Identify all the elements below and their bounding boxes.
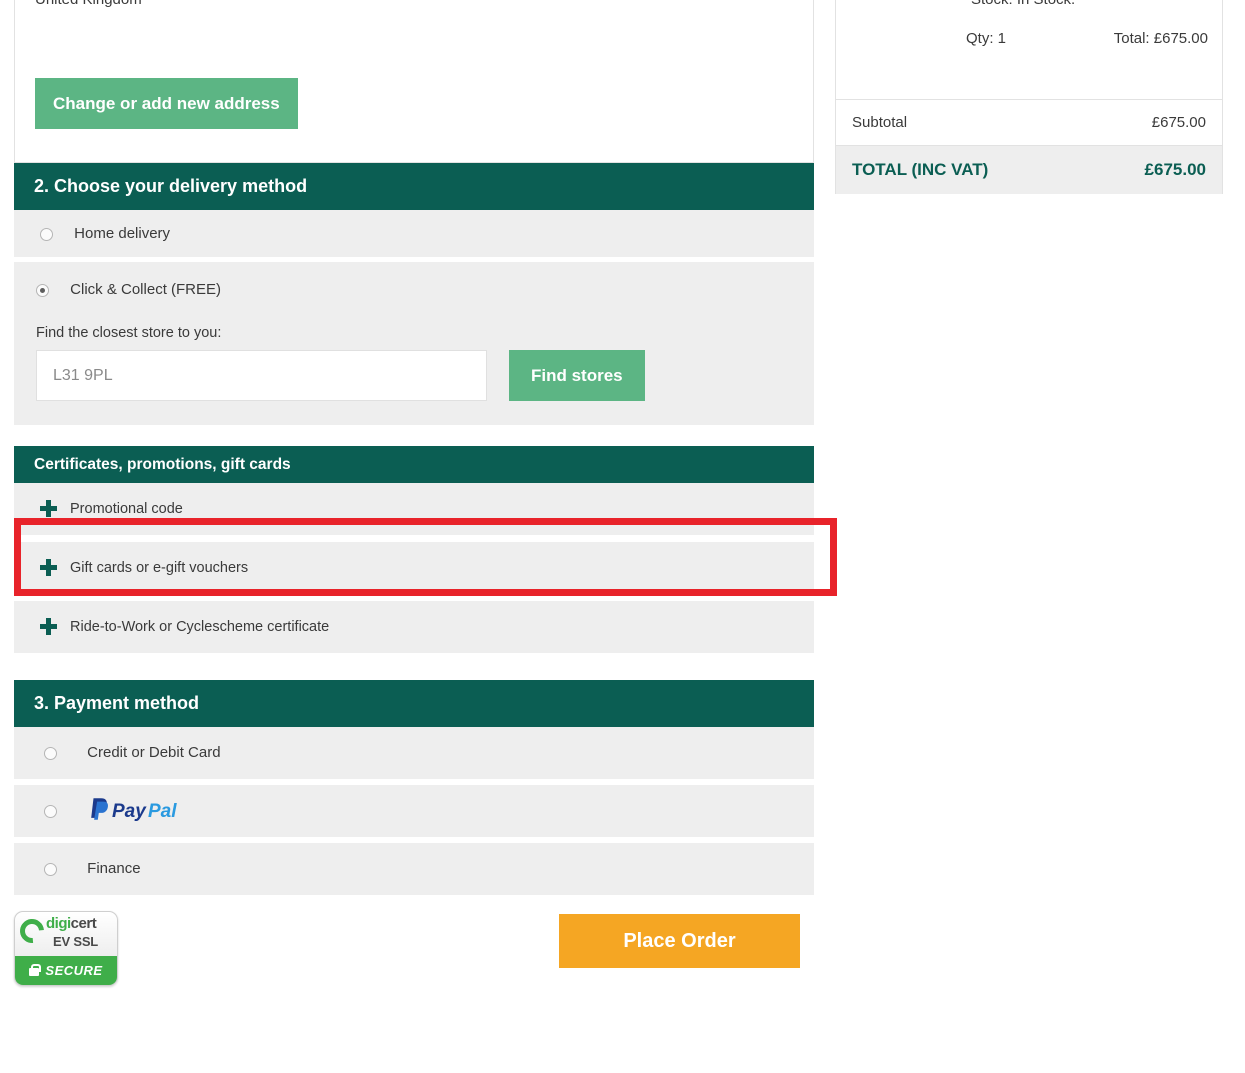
digicert-word-a: digi — [46, 915, 71, 932]
accordion-row-ride-to-work[interactable]: Ride-to-Work or Cyclescheme certificate — [14, 601, 814, 653]
digicert-word-b: cert — [70, 915, 97, 932]
radio-finance[interactable] — [44, 862, 57, 876]
order-summary-column: Stock: In Stock. Qty: 1 Total: £675.00 S… — [835, 0, 1223, 194]
delivery-option-label: Click & Collect (FREE) — [70, 281, 222, 298]
payment-option-label: Credit or Debit Card — [87, 744, 221, 761]
summary-total-row: TOTAL (INC VAT) £675.00 — [836, 146, 1222, 194]
payment-option-label: Finance — [87, 860, 141, 877]
delivery-option-click-and-collect[interactable]: Click & Collect (FREE) Find the closest … — [14, 262, 814, 425]
subtotal-label: Subtotal — [852, 114, 908, 131]
digicert-ev-ssl-text: EV SSL — [53, 934, 99, 949]
paypal-logo-icon: Pay Pal — [87, 796, 195, 827]
radio-credit-debit-card[interactable] — [44, 746, 57, 760]
digicert-swirl-icon — [15, 914, 49, 948]
delivery-option-label: Home delivery — [74, 225, 171, 242]
payment-method-block: 3. Payment method Credit or Debit Card P… — [14, 680, 814, 895]
payment-method-header: 3. Payment method — [14, 680, 814, 727]
delivery-option-home-delivery[interactable]: Home delivery — [14, 210, 814, 257]
checkout-main-column: United Kingdom Change or add new address… — [14, 0, 837, 999]
postcode-input[interactable] — [36, 350, 487, 401]
svg-text:Pay: Pay — [112, 801, 147, 822]
digicert-secure-text: SECURE — [45, 963, 103, 978]
total-value: £675.00 — [1144, 160, 1206, 179]
accordion-row-gift-cards[interactable]: Gift cards or e-gift vouchers — [14, 542, 814, 594]
digicert-ev-ssl-secure-seal-icon: digicert EV SSL SECURE — [14, 911, 118, 986]
digicert-secure-banner: SECURE — [15, 956, 117, 985]
radio-click-and-collect[interactable] — [36, 283, 49, 297]
radio-paypal[interactable] — [44, 804, 57, 818]
checkout-page: United Kingdom Change or add new address… — [0, 0, 1245, 1073]
certificates-block: Certificates, promotions, gift cards Pro… — [14, 446, 814, 653]
find-stores-button[interactable]: Find stores — [509, 350, 645, 401]
accordion-row-label: Ride-to-Work or Cyclescheme certificate — [70, 619, 330, 635]
accordion-row-promotional-code[interactable]: Promotional code — [14, 483, 814, 535]
delivery-address-card: United Kingdom Change or add new address — [14, 0, 814, 163]
lock-icon — [29, 964, 42, 976]
accordion-row-label: Gift cards or e-gift vouchers — [70, 560, 249, 576]
subtotal-value: £675.00 — [1151, 114, 1206, 131]
svg-text:Pal: Pal — [148, 801, 177, 822]
delivery-method-header: 2. Choose your delivery method — [14, 163, 814, 210]
change-or-add-address-button[interactable]: Change or add new address — [35, 78, 298, 129]
order-summary-panel: Stock: In Stock. Qty: 1 Total: £675.00 S… — [835, 0, 1223, 194]
total-label: TOTAL (INC VAT) — [852, 160, 989, 179]
plus-icon — [40, 618, 57, 635]
item-stock-status: Stock: In Stock. — [971, 0, 1075, 8]
accordion-row-label: Promotional code — [70, 501, 183, 517]
store-finder-row: Find stores — [36, 350, 814, 401]
payment-option-paypal[interactable]: Pay Pal — [14, 785, 814, 837]
address-country-line: United Kingdom — [35, 0, 142, 8]
plus-icon — [40, 500, 57, 517]
payment-option-finance[interactable]: Finance — [14, 843, 814, 895]
radio-home-delivery[interactable] — [40, 227, 53, 241]
item-total: Total: £675.00 — [1113, 30, 1208, 47]
payment-option-credit-debit-card[interactable]: Credit or Debit Card — [14, 727, 814, 779]
checkout-footer: digicert EV SSL SECURE Place Order — [14, 909, 814, 999]
certificates-header: Certificates, promotions, gift cards — [14, 446, 814, 483]
order-summary-item: Stock: In Stock. Qty: 1 Total: £675.00 — [836, 0, 1222, 100]
find-store-label: Find the closest store to you: — [36, 325, 222, 341]
summary-subtotal-row: Subtotal £675.00 — [836, 100, 1222, 146]
plus-icon — [40, 559, 57, 576]
item-quantity: Qty: 1 — [966, 30, 1007, 47]
place-order-button[interactable]: Place Order — [559, 914, 800, 968]
